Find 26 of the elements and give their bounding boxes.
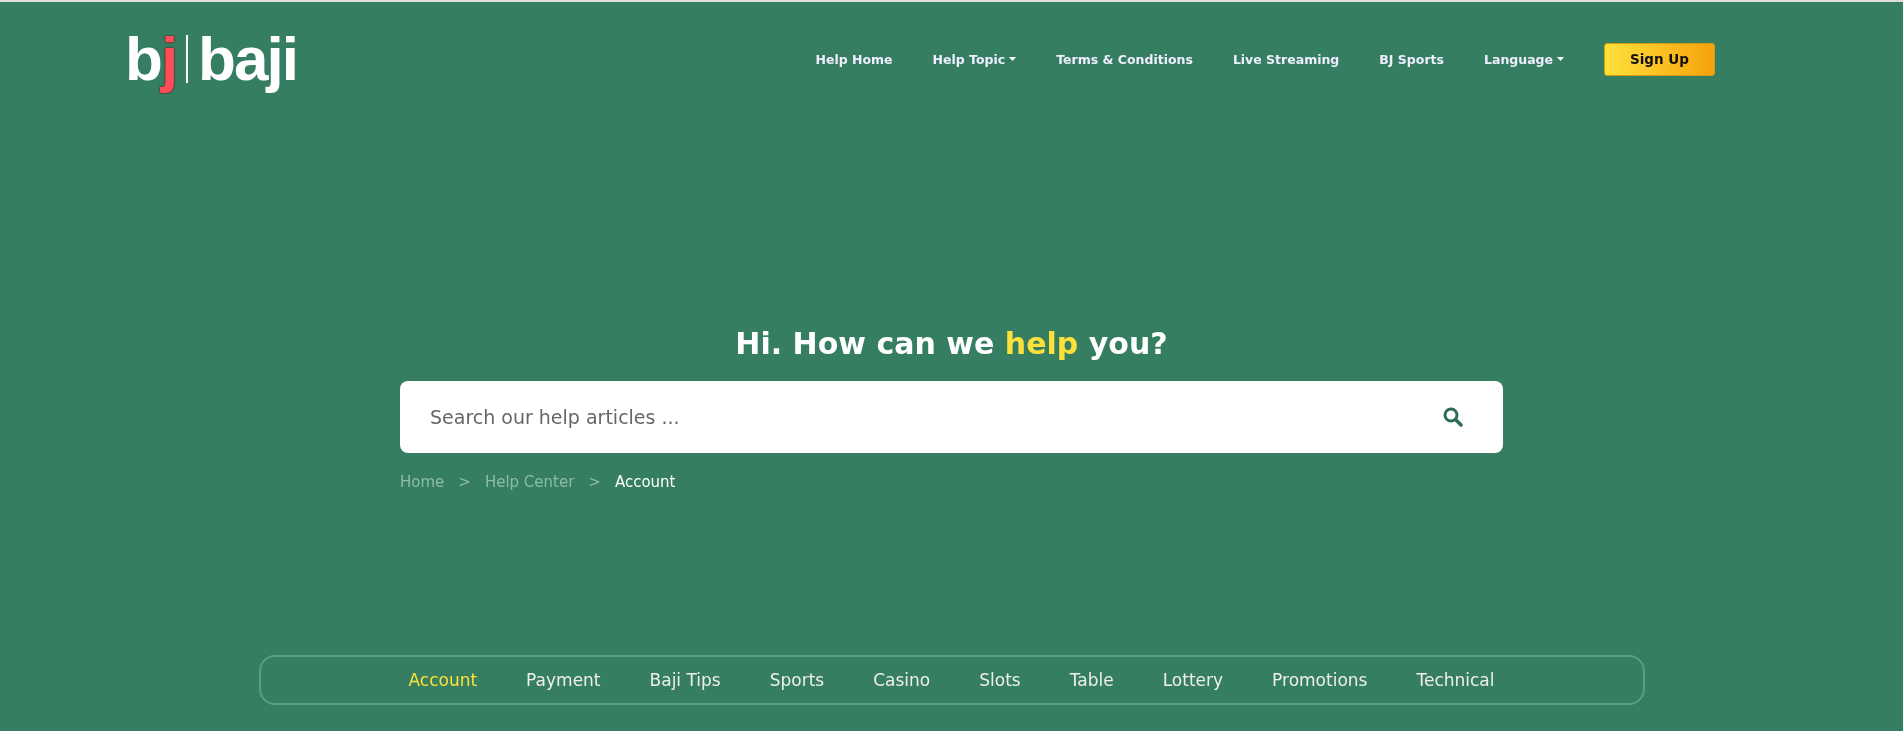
logo-accent: j bbox=[160, 24, 177, 93]
category-tab[interactable]: Lottery bbox=[1162, 670, 1224, 690]
hero-heading: Hi. How can we help you? bbox=[735, 326, 1168, 361]
category-tab[interactable]: Payment bbox=[526, 670, 601, 690]
category-tab[interactable]: Baji Tips bbox=[649, 670, 721, 690]
nav-link[interactable]: BJ Sports bbox=[1379, 51, 1444, 67]
breadcrumb-separator: > bbox=[588, 473, 601, 491]
category-tab[interactable]: Technical bbox=[1416, 670, 1495, 690]
nav-link[interactable]: Live Streaming bbox=[1232, 51, 1340, 67]
category-tab[interactable]: Slots bbox=[979, 670, 1021, 690]
search-icon[interactable] bbox=[1443, 407, 1463, 427]
category-tab[interactable]: Account bbox=[408, 670, 478, 690]
breadcrumb-link[interactable]: Help Center bbox=[484, 473, 575, 491]
breadcrumb-link[interactable]: Home bbox=[400, 473, 445, 491]
category-tab[interactable]: Table bbox=[1069, 670, 1114, 690]
nav-link[interactable]: Terms & Conditions bbox=[1056, 51, 1193, 67]
category-tab[interactable]: Casino bbox=[873, 670, 931, 690]
nav-link[interactable]: Language bbox=[1484, 51, 1564, 67]
category-tab[interactable]: Sports bbox=[769, 670, 825, 690]
nav-link[interactable]: Help Topic bbox=[932, 51, 1017, 67]
search-field[interactable]: Search our help articles ... bbox=[400, 381, 1503, 453]
breadcrumb-separator: > bbox=[458, 473, 471, 491]
sign-up-button[interactable]: Sign Up bbox=[1604, 42, 1715, 76]
nav-link[interactable]: Help Home bbox=[815, 51, 893, 67]
breadcrumb-link[interactable]: Account bbox=[614, 473, 676, 491]
category-tab[interactable]: Promotions bbox=[1272, 670, 1368, 690]
